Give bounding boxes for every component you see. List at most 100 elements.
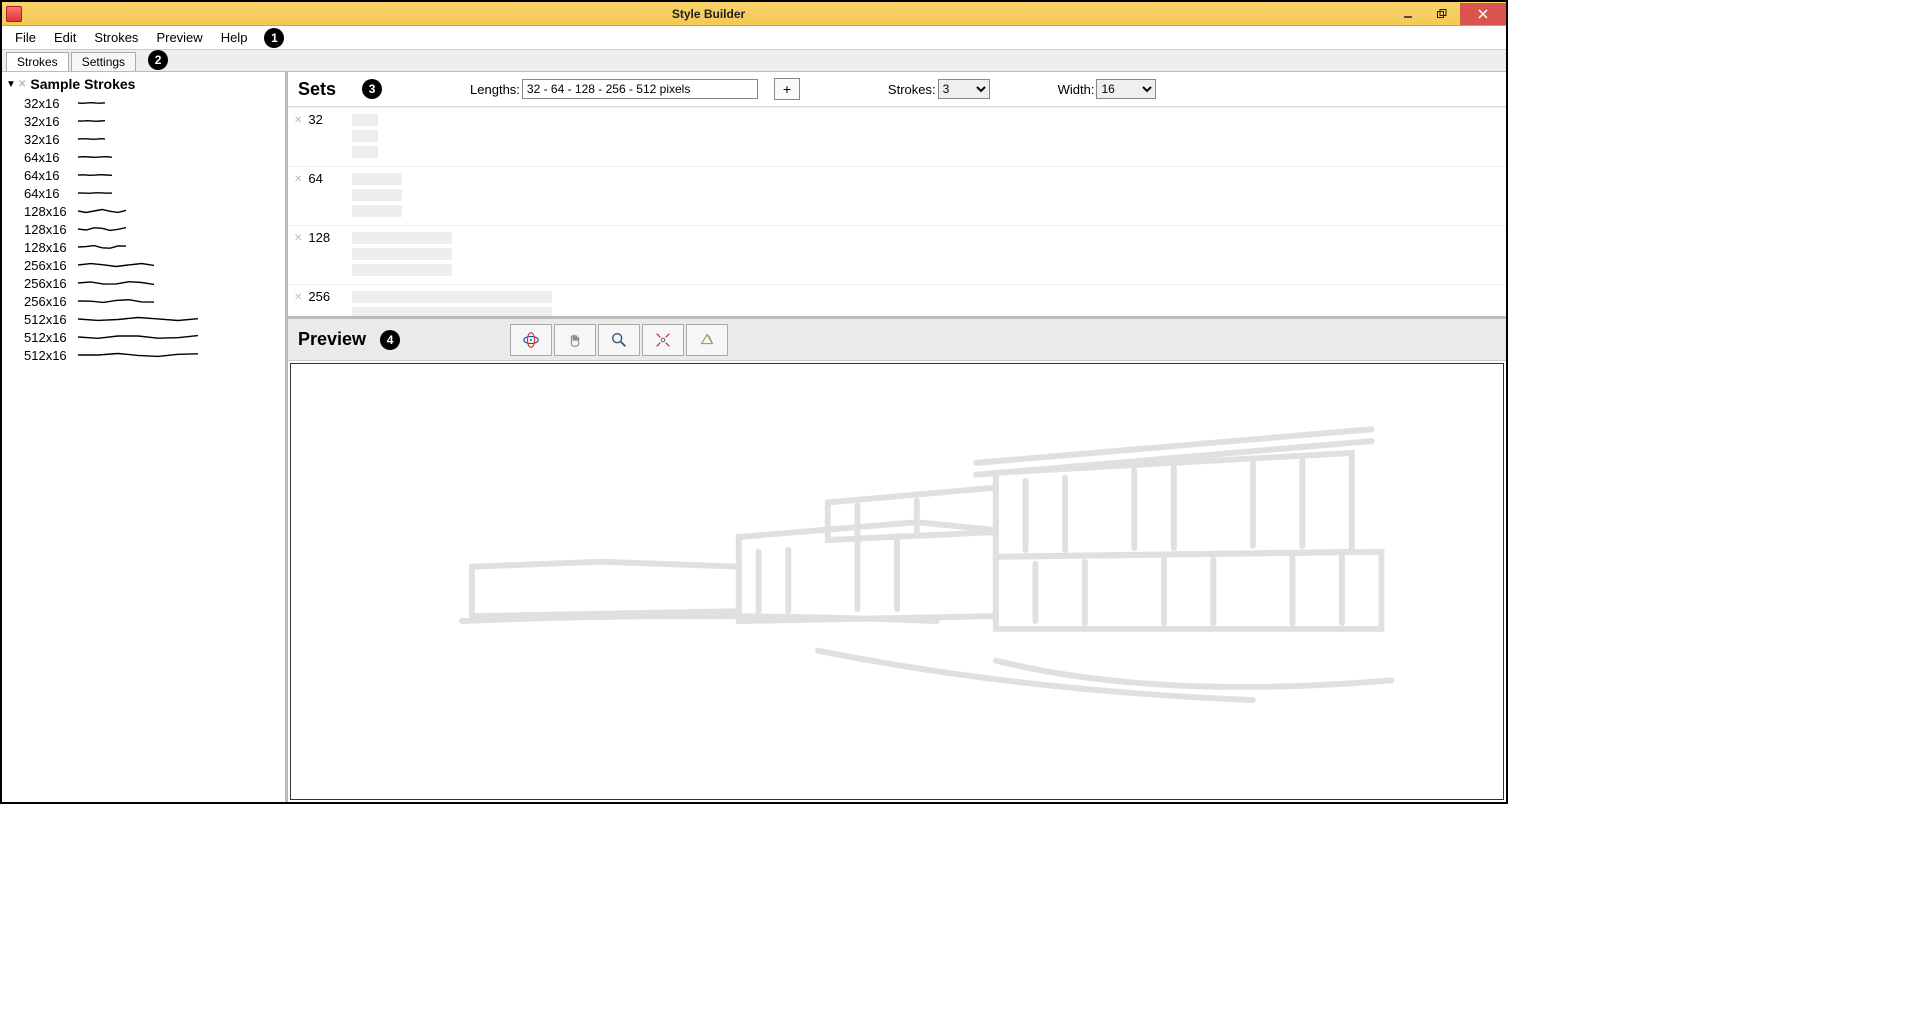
sets-heading: Sets xyxy=(298,79,336,100)
stroke-swatch[interactable] xyxy=(352,264,452,276)
stroke-item[interactable]: 32x16 xyxy=(6,94,281,112)
tab-strokes[interactable]: Strokes xyxy=(6,52,69,71)
stroke-preview-icon xyxy=(78,223,126,235)
tree-group-header[interactable]: ▼ ✕ Sample Strokes xyxy=(6,74,281,94)
stroke-swatch[interactable] xyxy=(352,146,378,158)
callout-badge-1: 1 xyxy=(264,28,284,48)
stroke-item[interactable]: 256x16 xyxy=(6,274,281,292)
close-icon[interactable]: ✕ xyxy=(294,115,302,126)
zoom-tool-button[interactable] xyxy=(598,324,640,356)
preview-canvas[interactable] xyxy=(290,363,1504,800)
close-button[interactable] xyxy=(1460,3,1506,25)
tree-group-label: Sample Strokes xyxy=(30,76,135,92)
lengths-label: Lengths: xyxy=(470,82,520,97)
stroke-preview-icon xyxy=(78,133,105,145)
stroke-swatch[interactable] xyxy=(352,130,378,142)
width-select[interactable]: 16 xyxy=(1096,79,1156,99)
set-row[interactable]: ✕32 xyxy=(288,107,1506,166)
stroke-swatch[interactable] xyxy=(352,189,402,201)
set-row[interactable]: ✕ 64 xyxy=(288,166,1506,225)
add-set-button[interactable]: + xyxy=(774,78,800,100)
set-length-label: 64 xyxy=(308,171,352,186)
stroke-item-label: 256x16 xyxy=(24,276,78,291)
stroke-item-label: 512x16 xyxy=(24,348,78,363)
strokes-count-label: Strokes: xyxy=(888,82,936,97)
sets-list[interactable]: ✕32✕64✕128✕256 xyxy=(288,107,1506,319)
stroke-swatch[interactable] xyxy=(352,248,452,260)
stroke-item-label: 64x16 xyxy=(24,168,78,183)
menu-edit[interactable]: Edit xyxy=(45,27,85,48)
menu-help[interactable]: Help xyxy=(212,27,257,48)
strokes-count-select[interactable]: 3 xyxy=(938,79,990,99)
stroke-preview-icon xyxy=(78,331,198,343)
stroke-item[interactable]: 128x16 xyxy=(6,238,281,256)
preview-toolbar xyxy=(510,324,730,356)
stroke-item[interactable]: 128x16 xyxy=(6,202,281,220)
stroke-preview-icon xyxy=(78,115,105,127)
stroke-swatch[interactable] xyxy=(352,307,552,319)
minimize-button[interactable] xyxy=(1391,3,1425,25)
stroke-preview-icon xyxy=(78,97,105,109)
stroke-item[interactable]: 512x16 xyxy=(6,310,281,328)
stroke-item[interactable]: 64x16 xyxy=(6,166,281,184)
stroke-preview-icon xyxy=(78,169,112,181)
tabs-row: Strokes Settings 2 xyxy=(2,50,1506,72)
set-row[interactable]: ✕ 256 xyxy=(288,284,1506,319)
stroke-item[interactable]: 512x16 xyxy=(6,346,281,364)
stroke-item[interactable]: 32x16 xyxy=(6,112,281,130)
stroke-item-label: 256x16 xyxy=(24,258,78,273)
stroke-preview-icon xyxy=(78,205,126,217)
lengths-input[interactable] xyxy=(522,79,758,99)
maximize-button[interactable] xyxy=(1425,3,1459,25)
close-icon[interactable]: ✕ xyxy=(294,292,302,303)
stroke-item-label: 64x16 xyxy=(24,150,78,165)
close-icon: ✕ xyxy=(18,79,26,90)
zoom-extents-button[interactable] xyxy=(642,324,684,356)
caret-down-icon: ▼ xyxy=(6,79,16,90)
stroke-swatch[interactable] xyxy=(352,173,402,185)
sets-header: Sets 3 Lengths: + Strokes: 3 Width: 16 xyxy=(288,72,1506,107)
menubar: File Edit Strokes Preview Help 1 xyxy=(2,26,1506,50)
width-label: Width: xyxy=(1058,82,1095,97)
menu-preview[interactable]: Preview xyxy=(147,27,211,48)
stroke-item-label: 512x16 xyxy=(24,330,78,345)
swatch-column xyxy=(352,173,402,217)
stroke-swatch[interactable] xyxy=(352,205,402,217)
stroke-item-label: 512x16 xyxy=(24,312,78,327)
stroke-item[interactable]: 32x16 xyxy=(6,130,281,148)
tab-settings[interactable]: Settings xyxy=(71,52,136,71)
sidebar-strokes-tree: ▼ ✕ Sample Strokes 32x1632x1632x1664x166… xyxy=(2,72,288,802)
menu-strokes[interactable]: Strokes xyxy=(85,27,147,48)
stroke-item[interactable]: 64x16 xyxy=(6,148,281,166)
stroke-item[interactable]: 256x16 xyxy=(6,256,281,274)
callout-badge-3: 3 xyxy=(362,79,382,99)
close-icon[interactable]: ✕ xyxy=(294,233,302,244)
titlebar: Style Builder xyxy=(2,2,1506,26)
stroke-swatch[interactable] xyxy=(352,291,552,303)
stroke-list: 32x1632x1632x1664x1664x1664x16128x16128x… xyxy=(6,94,281,364)
stroke-item-label: 128x16 xyxy=(24,240,78,255)
swatch-column xyxy=(352,232,452,276)
display-style-button[interactable] xyxy=(686,324,728,356)
stroke-item[interactable]: 64x16 xyxy=(6,184,281,202)
stroke-item[interactable]: 512x16 xyxy=(6,328,281,346)
stroke-item[interactable]: 256x16 xyxy=(6,292,281,310)
stroke-item-label: 64x16 xyxy=(24,186,78,201)
stroke-item-label: 32x16 xyxy=(24,114,78,129)
close-icon[interactable]: ✕ xyxy=(294,174,302,185)
menu-file[interactable]: File xyxy=(6,27,45,48)
swatch-column xyxy=(352,114,378,158)
orbit-tool-button[interactable] xyxy=(510,324,552,356)
stroke-preview-icon xyxy=(78,313,198,325)
set-length-label: 128 xyxy=(308,230,352,245)
pan-tool-button[interactable] xyxy=(554,324,596,356)
callout-badge-2: 2 xyxy=(148,50,168,70)
preview-heading: Preview xyxy=(298,329,366,350)
set-row[interactable]: ✕ 128 xyxy=(288,225,1506,284)
stroke-swatch[interactable] xyxy=(352,114,378,126)
stroke-preview-icon xyxy=(78,151,112,163)
set-length-label: 256 xyxy=(308,289,352,304)
stroke-item[interactable]: 128x16 xyxy=(6,220,281,238)
callout-badge-4: 4 xyxy=(380,330,400,350)
stroke-swatch[interactable] xyxy=(352,232,452,244)
